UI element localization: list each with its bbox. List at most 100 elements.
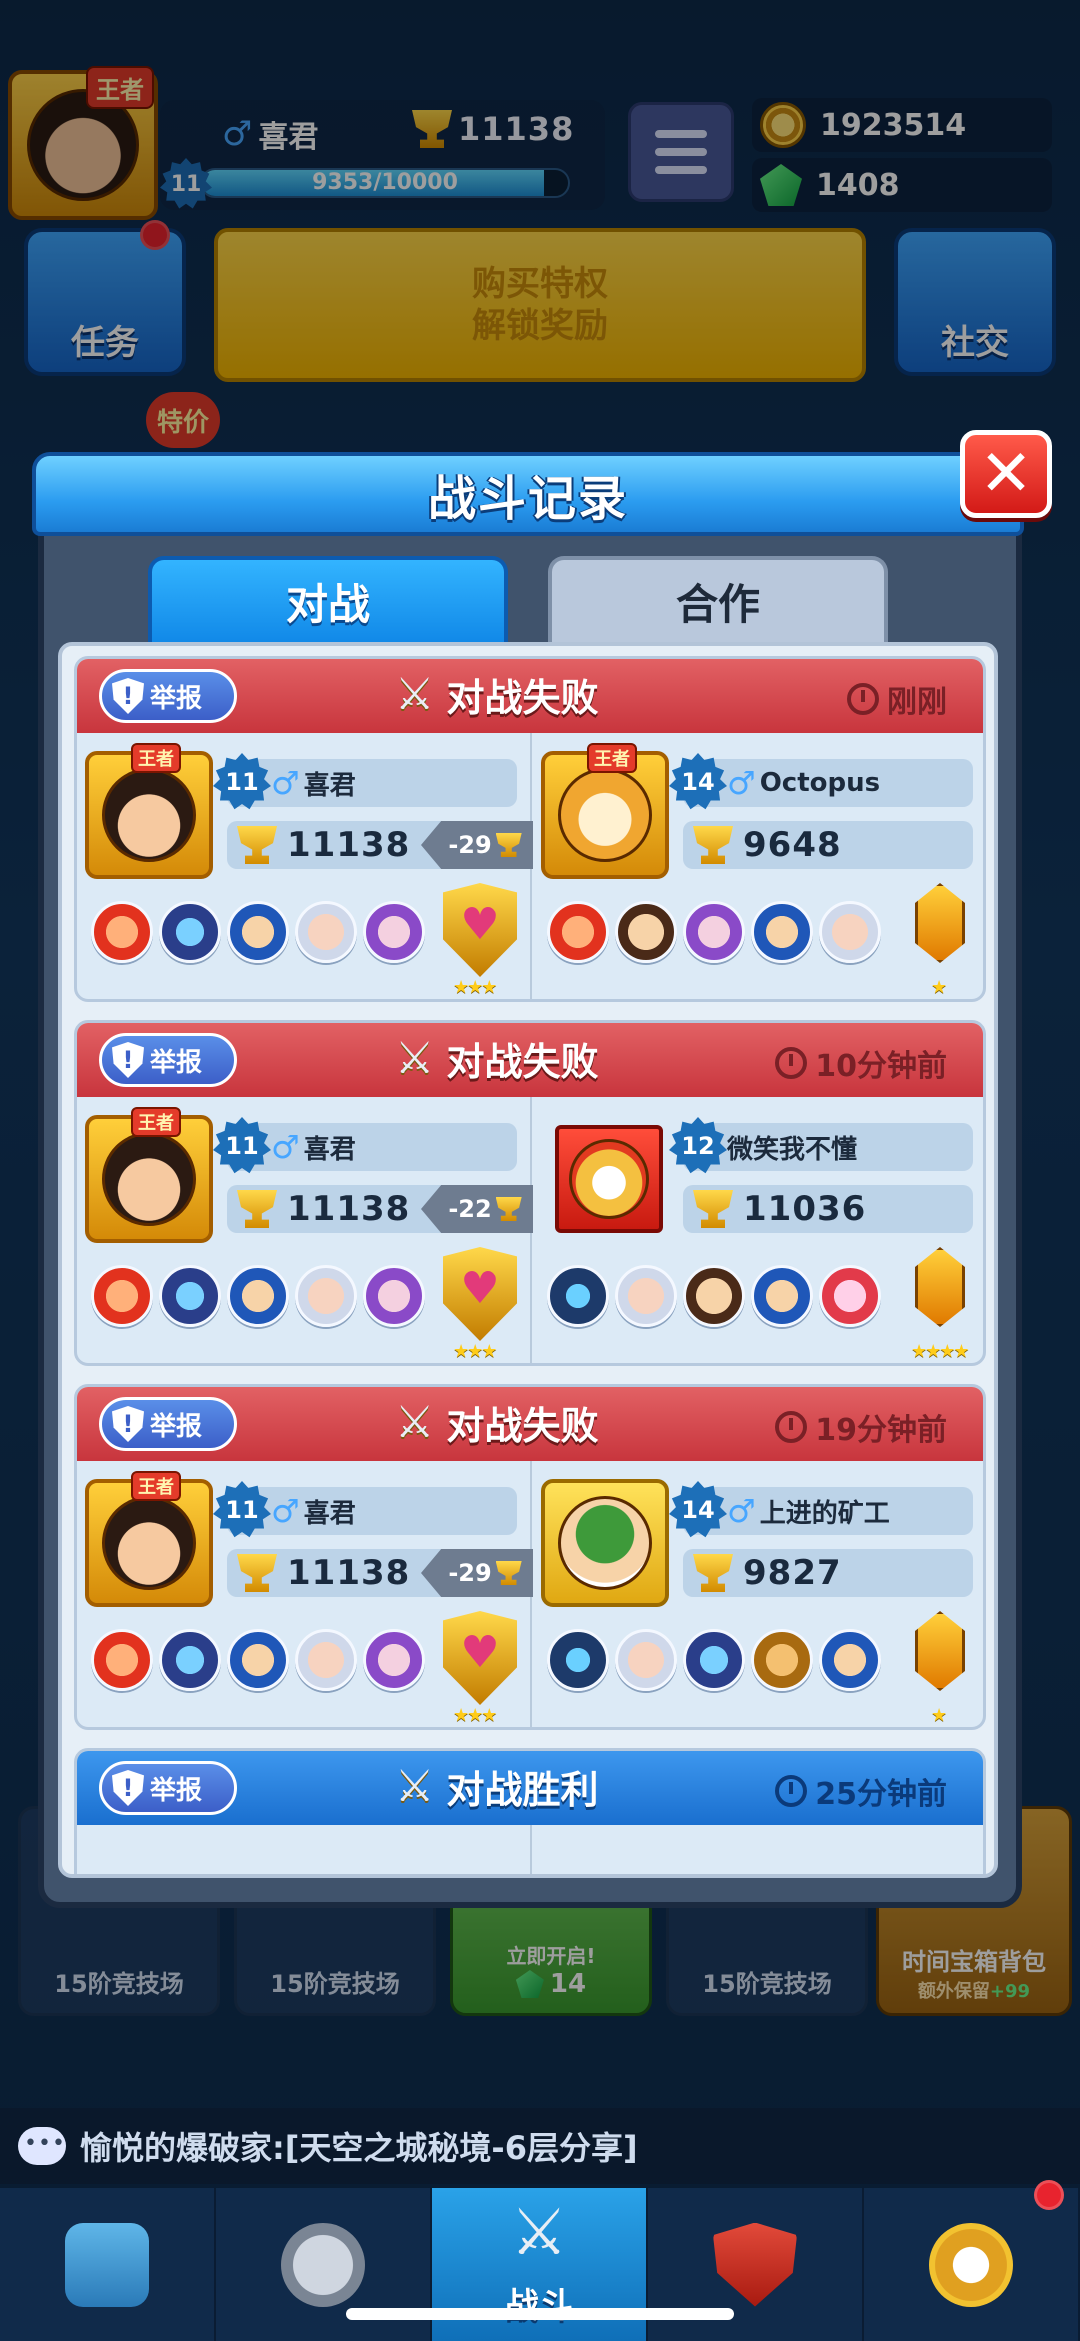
hero-maid-icon[interactable]	[295, 1629, 357, 1691]
crossed-swords-icon: ⚔	[510, 2196, 568, 2270]
home-indicator[interactable]	[346, 2308, 734, 2320]
face-icon	[102, 1496, 196, 1590]
hero-witch-icon[interactable]	[363, 1629, 425, 1691]
king-tag: 王者	[131, 743, 181, 773]
hero-knight-icon[interactable]	[547, 1265, 609, 1327]
result: ⚔ 对战失败	[395, 667, 598, 722]
compass-icon	[929, 2222, 1013, 2307]
hero-pharaoh-icon[interactable]	[227, 901, 289, 963]
hero-lineup	[91, 1265, 425, 1327]
player-name: 喜君	[303, 1498, 356, 1529]
male-icon: ♂	[271, 1128, 300, 1166]
heart-badge-icon	[443, 883, 517, 977]
tab-pvp[interactable]: 对战	[148, 556, 508, 642]
trophy-row: 9648	[683, 821, 973, 869]
battle-record-card: ! 举报 ⚔ 对战失败 19分钟前 王者 11 ♂ 喜君 11138 -29 ♥…	[74, 1384, 986, 1730]
name-row: 14 ♂ Octopus	[669, 753, 973, 810]
hero-fire-icon[interactable]	[547, 901, 609, 963]
hero-witch-icon[interactable]	[363, 1265, 425, 1327]
level-badge: 14	[669, 753, 727, 810]
self-side: 王者 11 ♂ 喜君 11138 -22 ★★★	[77, 1097, 533, 1363]
male-icon: ♂	[271, 1492, 300, 1530]
hero-maid-icon[interactable]	[615, 1629, 677, 1691]
face-icon	[558, 1496, 652, 1590]
report-label: 举报	[150, 1047, 203, 1078]
trophy-value: 11138	[287, 1553, 411, 1593]
crossed-swords-icon: ⚔	[395, 1397, 435, 1448]
result: ⚔ 对战失败	[395, 1395, 598, 1450]
level-badge: 11	[213, 753, 271, 810]
trophy-icon	[693, 826, 733, 864]
hero-girl-icon[interactable]	[615, 901, 677, 963]
hero-mask-icon[interactable]	[159, 901, 221, 963]
report-label: 举报	[150, 683, 203, 714]
trophy-icon	[693, 1554, 733, 1592]
hero-knight-icon[interactable]	[547, 1629, 609, 1691]
record-time: 刚刚	[847, 677, 947, 721]
trophy-delta: -22	[421, 1185, 533, 1233]
modal-title: 战斗记录	[427, 471, 628, 527]
hero-lineup	[547, 1265, 881, 1327]
report-button[interactable]: ! 举报	[99, 1397, 237, 1451]
close-icon: ✕	[979, 437, 1033, 511]
tab-coop[interactable]: 合作	[548, 556, 888, 642]
badge-stars: ★★★	[453, 1341, 497, 1362]
name-row: 12 微笑我不懂	[669, 1117, 973, 1174]
shield-icon: !	[112, 1770, 144, 1806]
hero-pharaoh-icon[interactable]	[227, 1629, 289, 1691]
trophy-row: 11138 -29	[227, 821, 533, 869]
crossed-swords-icon: ⚔	[395, 1033, 435, 1084]
hero-witch-icon[interactable]	[363, 901, 425, 963]
hero-maid-icon[interactable]	[295, 1265, 357, 1327]
chat-bubble-icon	[18, 2127, 66, 2165]
player-name: 喜君	[303, 1134, 356, 1165]
badge-stars: ★★★★	[911, 1341, 970, 1362]
nav-shop[interactable]	[0, 2188, 216, 2341]
trophy-delta: -29	[421, 821, 533, 869]
badge-stars: ★★★	[453, 977, 497, 998]
hero-mask-icon[interactable]	[683, 1629, 745, 1691]
report-button[interactable]: ! 举报	[99, 1033, 237, 1087]
hero-witch-icon[interactable]	[683, 901, 745, 963]
trophy-icon	[495, 1197, 522, 1221]
heart-badge-icon	[443, 1247, 517, 1341]
hero-maid-icon[interactable]	[615, 1265, 677, 1327]
chat-bar[interactable]: 愉悦的爆破家:[天空之城秘境-6层分享]	[0, 2108, 1080, 2184]
self-side	[77, 1825, 532, 1874]
trophy-icon	[237, 1554, 277, 1592]
opponent-avatar[interactable]	[555, 1125, 663, 1233]
amber-gem-badge-icon	[915, 883, 965, 963]
shield-icon: !	[112, 678, 144, 714]
record-time: 25分钟前	[775, 1769, 947, 1813]
hero-mask-icon[interactable]	[159, 1265, 221, 1327]
report-button[interactable]: ! 举报	[99, 669, 237, 723]
opponent-side: 12 微笑我不懂 11036 ★★★★	[533, 1097, 983, 1363]
trophy-icon	[237, 826, 277, 864]
record-time: 19分钟前	[775, 1405, 947, 1449]
battle-record-list[interactable]: ! 举报 ⚔ 对战失败 刚刚 王者 11 ♂ 喜君 11138 -29 ♥ ★★…	[58, 642, 998, 1878]
report-button[interactable]: ! 举报	[99, 1761, 237, 1815]
hero-maid-icon[interactable]	[295, 901, 357, 963]
hero-fire-icon[interactable]	[91, 1629, 153, 1691]
king-tag: 王者	[131, 1107, 181, 1137]
hero-fire-icon[interactable]	[91, 1265, 153, 1327]
hero-fire-icon[interactable]	[91, 901, 153, 963]
close-button[interactable]: ✕	[960, 430, 1052, 518]
nav-events[interactable]	[864, 2188, 1080, 2341]
time-label: 19分钟前	[815, 1413, 947, 1448]
hero-girl-icon[interactable]	[683, 1265, 745, 1327]
hero-mask-icon[interactable]	[159, 1629, 221, 1691]
level-badge: 11	[213, 1117, 271, 1174]
trophy-row: 11036	[683, 1185, 973, 1233]
hero-pharaoh-icon[interactable]	[751, 1265, 813, 1327]
self-side: 王者 11 ♂ 喜君 11138 -29 ★★★	[77, 733, 533, 999]
hero-monster-icon[interactable]	[819, 1265, 881, 1327]
hero-pharaoh-icon[interactable]	[227, 1265, 289, 1327]
clock-icon	[847, 683, 879, 715]
hero-pharaoh-icon[interactable]	[819, 1629, 881, 1691]
opponent-avatar[interactable]	[541, 1479, 669, 1607]
hero-pharaoh-icon[interactable]	[751, 901, 813, 963]
hero-maid-icon[interactable]	[819, 901, 881, 963]
hero-explorer-icon[interactable]	[751, 1629, 813, 1691]
face-icon	[558, 768, 652, 862]
